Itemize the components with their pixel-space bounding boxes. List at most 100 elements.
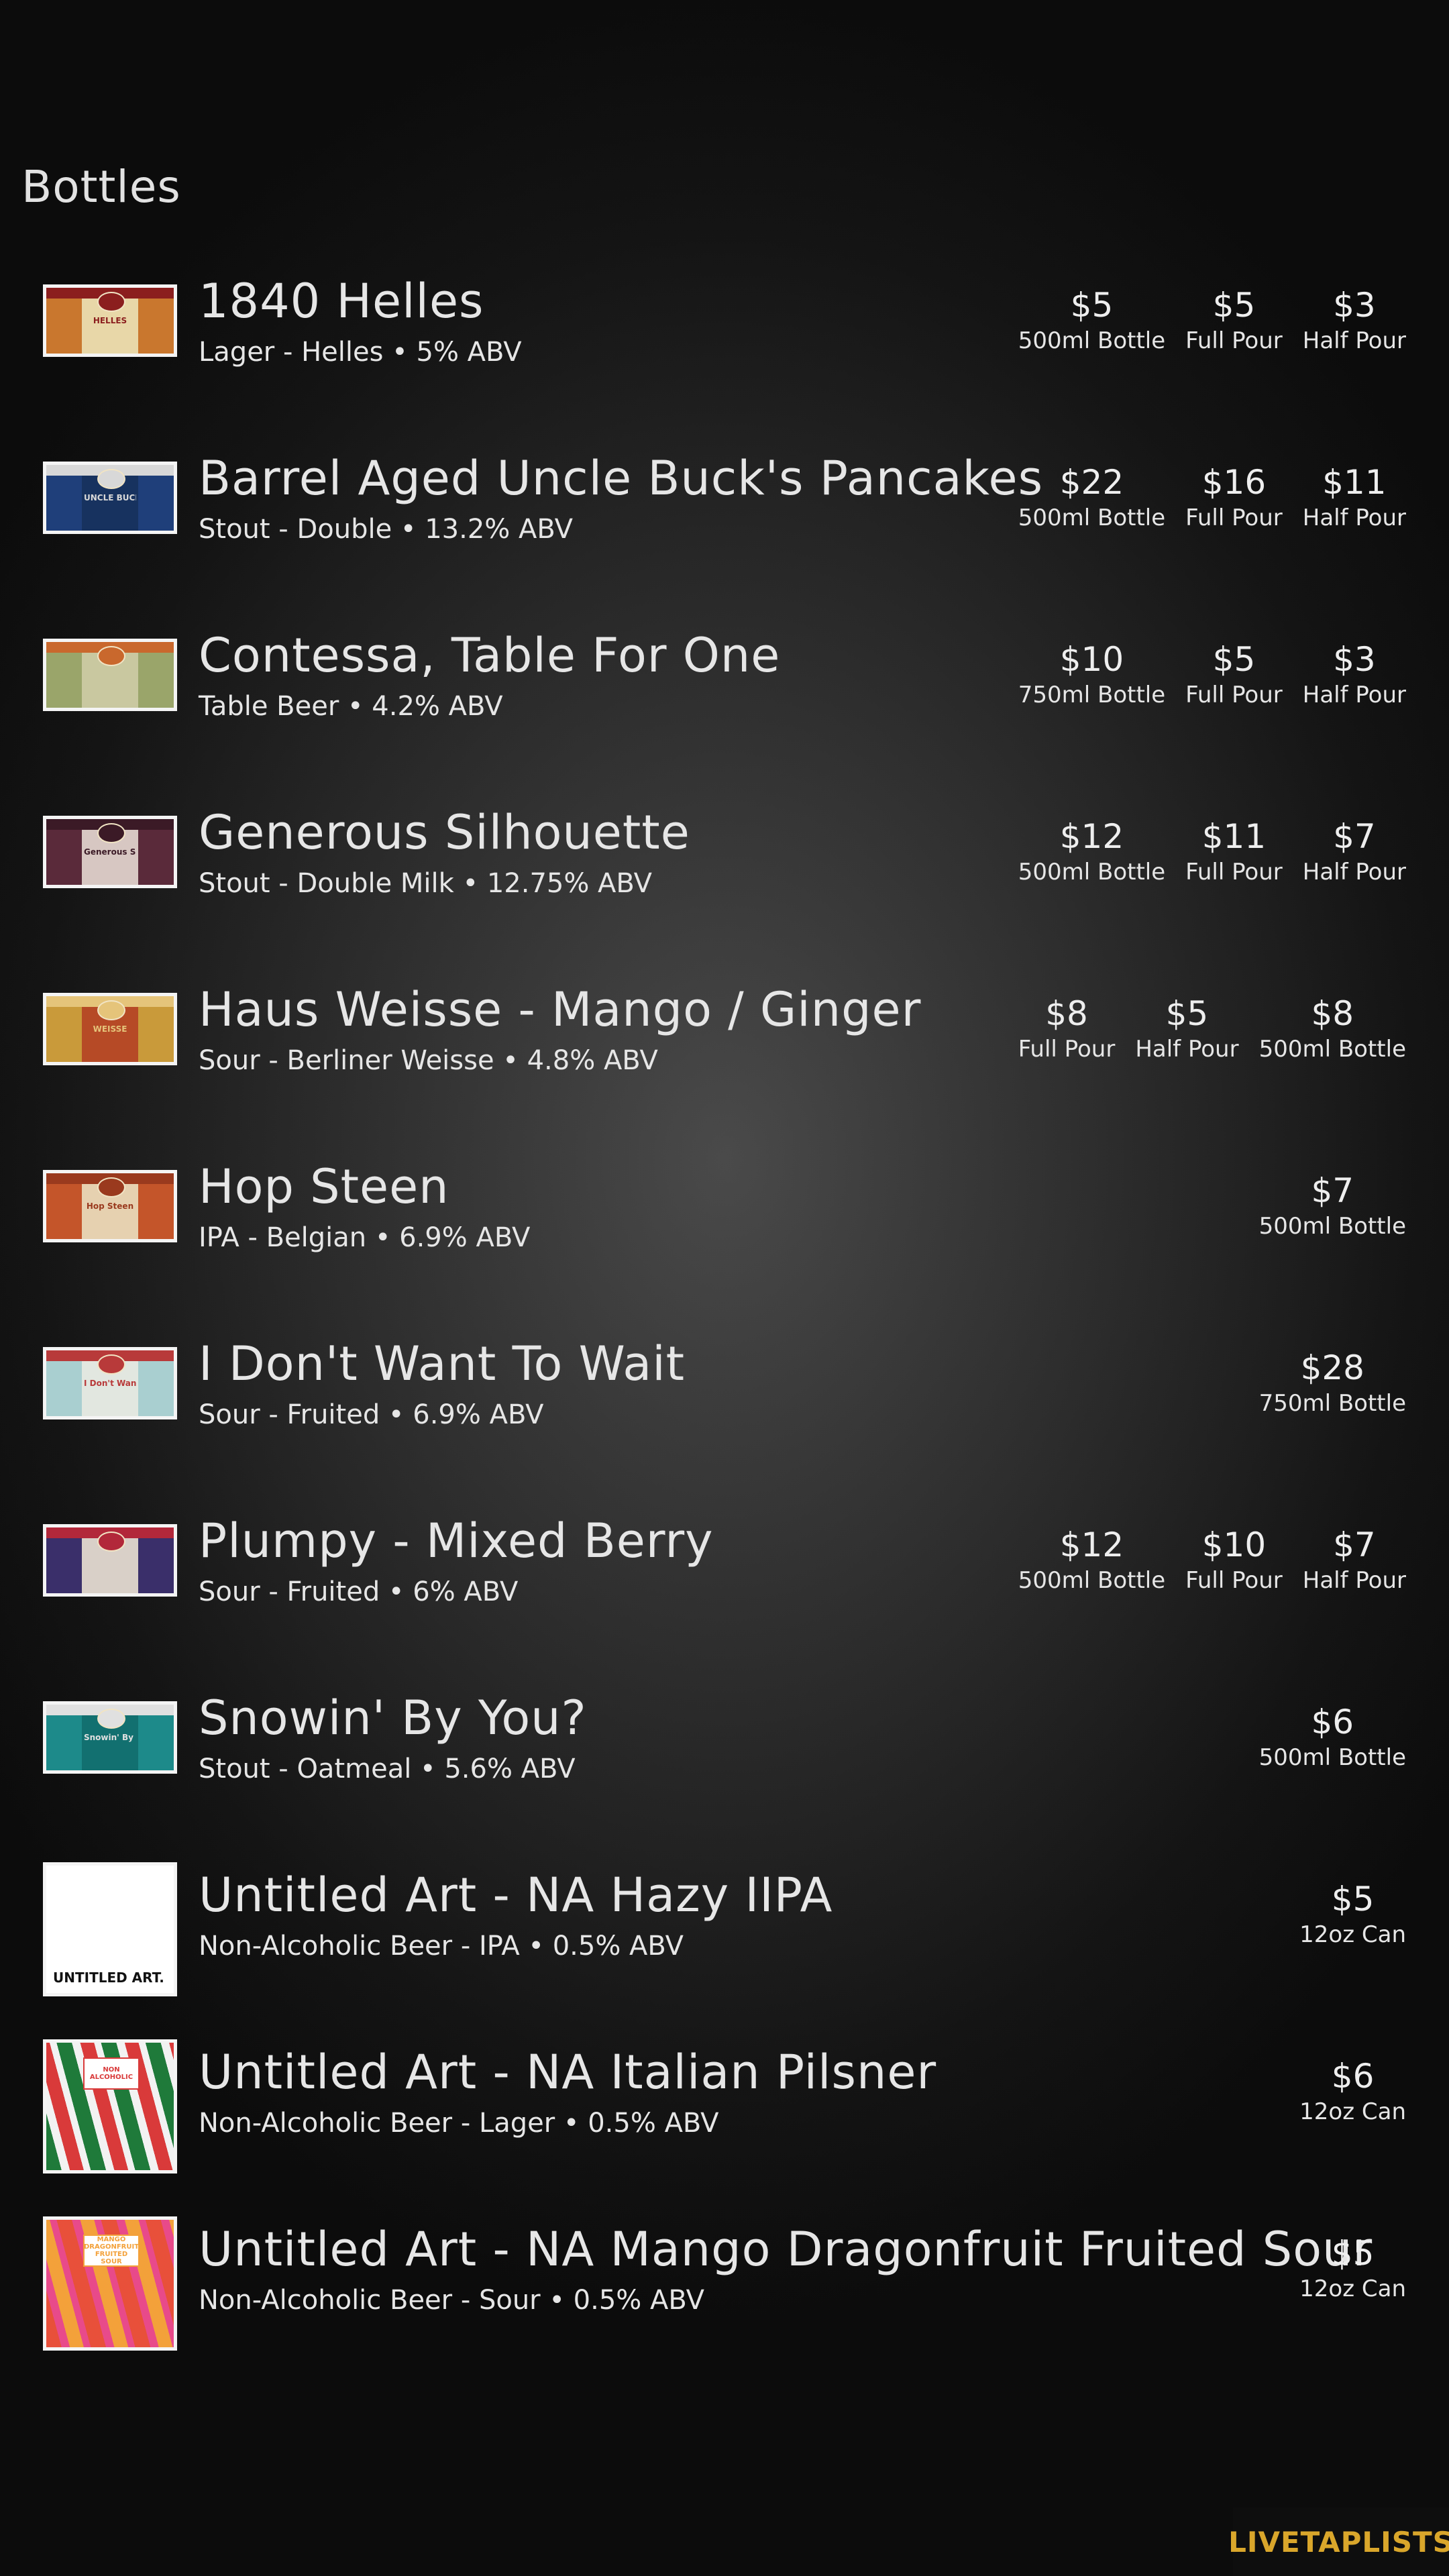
beer-row: UNTITLED ART. Untitled Art - NA Hazy IIPA… (0, 1862, 1449, 2039)
beer-name: Untitled Art - NA Mango Dragonfruit Frui… (199, 2222, 1373, 2277)
serving-size: Half Pour (1302, 1567, 1406, 1594)
price-group: $28 750ml Bottle (1259, 1347, 1406, 1418)
label-seal (97, 1709, 125, 1729)
beer-row: Generous Silhouette Generous Silhouette St… (0, 800, 1449, 977)
beer-name: I Don't Want To Wait (199, 1336, 686, 1391)
price-option: $10 Full Pour (1185, 1524, 1283, 1595)
beer-row: Hop Steen Hop Steen IPA - Belgian • 6.9% A… (0, 1154, 1449, 1331)
price-amount: $6 (1311, 1703, 1354, 1741)
beer-name: Untitled Art - NA Italian Pilsner (199, 2045, 937, 2100)
price-amount: $5 (1165, 994, 1209, 1033)
price-option: $5 12oz Can (1299, 2233, 1406, 2304)
serving-size: 500ml Bottle (1018, 1567, 1166, 1594)
beer-style: Non-Alcoholic Beer - Lager • 0.5% ABV (199, 2108, 719, 2139)
serving-size: 12oz Can (1299, 2098, 1406, 2125)
price-amount: $10 (1201, 1525, 1267, 1564)
price-option: $12 500ml Bottle (1018, 816, 1165, 887)
price-option: $8 500ml Bottle (1259, 993, 1406, 1064)
beer-row: Snowin' By You? Snowin' By You? Stout - Oa… (0, 1685, 1449, 1862)
price-amount: $11 (1201, 817, 1267, 856)
price-amount: $5 (1212, 640, 1256, 679)
beer-row: Plumpy - Mixed Berry Sour - Fruited • 6% … (0, 1508, 1449, 1685)
price-amount: $22 (1059, 463, 1124, 502)
price-option: $6 12oz Can (1299, 2055, 1406, 2127)
beer-style: Stout - Double • 13.2% ABV (199, 514, 573, 545)
serving-size: 500ml Bottle (1018, 859, 1166, 885)
price-option: $5 Half Pour (1135, 993, 1238, 1064)
price-group: $8 Full Pour $5 Half Pour $8 500ml Bottle (1018, 993, 1406, 1064)
beer-name: Plumpy - Mixed Berry (199, 1513, 714, 1568)
beer-style: Table Beer • 4.2% ABV (199, 691, 503, 722)
beer-row: NON ALCOHOLIC Untitled Art - NA Italian P… (0, 2039, 1449, 2216)
beer-row: HELLES 1840 Helles Lager - Helles • 5% ABV… (0, 268, 1449, 445)
beer-name: 1840 Helles (199, 274, 484, 329)
beer-style: Stout - Double Milk • 12.75% ABV (199, 868, 652, 899)
label-text: Generous Silhouette (84, 847, 136, 857)
serving-size: Full Pour (1185, 859, 1283, 885)
beer-style: IPA - Belgian • 6.9% ABV (199, 1222, 531, 1253)
label-seal (97, 1354, 125, 1375)
label-seal (97, 1177, 125, 1197)
beer-style: Stout - Oatmeal • 5.6% ABV (199, 1754, 576, 1784)
serving-size: Half Pour (1135, 1036, 1239, 1063)
beer-name: Hop Steen (199, 1159, 449, 1214)
price-amount: $5 (1070, 286, 1114, 325)
price-amount: $5 (1331, 2234, 1375, 2273)
price-option: $7 Half Pour (1303, 816, 1406, 887)
can-badge: NON ALCOHOLIC (83, 2057, 140, 2090)
brand-text: LIVETAPLISTS (1228, 2525, 1449, 2559)
label-seal (97, 823, 125, 843)
beer-label-image (43, 639, 177, 711)
beer-name: Haus Weisse - Mango / Ginger (199, 982, 922, 1037)
price-group: $7 500ml Bottle (1259, 1170, 1406, 1241)
price-option: $5 Full Pour (1185, 639, 1283, 710)
price-amount: $28 (1300, 1348, 1364, 1387)
serving-size: Half Pour (1302, 682, 1406, 708)
beer-row: WEISSE Haus Weisse - Mango / Ginger Sour -… (0, 977, 1449, 1154)
label-seal (97, 292, 125, 312)
price-group: $12 500ml Bottle $11 Full Pour $7 Half Pour (1018, 816, 1406, 887)
beer-row: UNCLE BUCK'S Barrel Aged Uncle Buck's Pan… (0, 445, 1449, 623)
price-group: $22 500ml Bottle $16 Full Pour $11 Half Pour (1018, 462, 1406, 533)
label-seal (97, 1000, 125, 1020)
serving-size: Half Pour (1302, 859, 1406, 885)
label-seal (97, 1532, 125, 1552)
price-group: $6 500ml Bottle (1259, 1701, 1406, 1772)
price-option: $16 Full Pour (1185, 462, 1283, 533)
serving-size: 12oz Can (1299, 2275, 1406, 2302)
price-amount: $8 (1045, 994, 1088, 1033)
price-group: $12 500ml Bottle $10 Full Pour $7 Half Pour (1018, 1524, 1406, 1595)
serving-size: Full Pour (1185, 682, 1283, 708)
price-group: $5 500ml Bottle $5 Full Pour $3 Half Pour (1018, 284, 1406, 356)
serving-size: 500ml Bottle (1258, 1744, 1406, 1771)
price-amount: $3 (1333, 640, 1376, 679)
price-option: $6 500ml Bottle (1259, 1701, 1406, 1772)
beer-name: Snowin' By You? (199, 1690, 587, 1746)
label-text: UNCLE BUCK'S (84, 493, 136, 502)
label-text: I Don't Want To Wait (84, 1379, 136, 1388)
beer-style: Lager - Helles • 5% ABV (199, 337, 522, 368)
serving-size: Half Pour (1302, 327, 1406, 354)
serving-size: 500ml Bottle (1018, 327, 1166, 354)
price-option: $12 500ml Bottle (1018, 1524, 1165, 1595)
price-amount: $7 (1311, 1171, 1354, 1210)
can-badge: MANGO DRAGONFRUIT FRUITED SOUR (83, 2235, 140, 2267)
price-group: $5 12oz Can (1299, 2233, 1406, 2304)
price-amount: $6 (1331, 2057, 1375, 2096)
price-amount: $7 (1333, 817, 1376, 856)
serving-size: 12oz Can (1299, 1921, 1406, 1948)
price-amount: $12 (1059, 817, 1124, 856)
beer-row: MANGO DRAGONFRUIT FRUITED SOUR Untitled A… (0, 2216, 1449, 2394)
beer-name: Barrel Aged Uncle Buck's Pancakes (199, 451, 1044, 506)
price-group: $10 750ml Bottle $5 Full Pour $3 Half Pour (1018, 639, 1406, 710)
beer-label-image: HELLES (43, 284, 177, 357)
serving-size: Full Pour (1018, 1036, 1116, 1063)
can-logo-text: UNTITLED ART. (53, 1970, 164, 1986)
price-option: $22 500ml Bottle (1018, 462, 1165, 533)
price-option: $8 Full Pour (1018, 993, 1116, 1064)
price-amount: $7 (1333, 1525, 1376, 1564)
serving-size: 500ml Bottle (1258, 1213, 1406, 1240)
beer-style: Non-Alcoholic Beer - Sour • 0.5% ABV (199, 2285, 704, 2316)
beer-label-image: Generous Silhouette (43, 816, 177, 888)
beer-label-image: WEISSE (43, 993, 177, 1065)
